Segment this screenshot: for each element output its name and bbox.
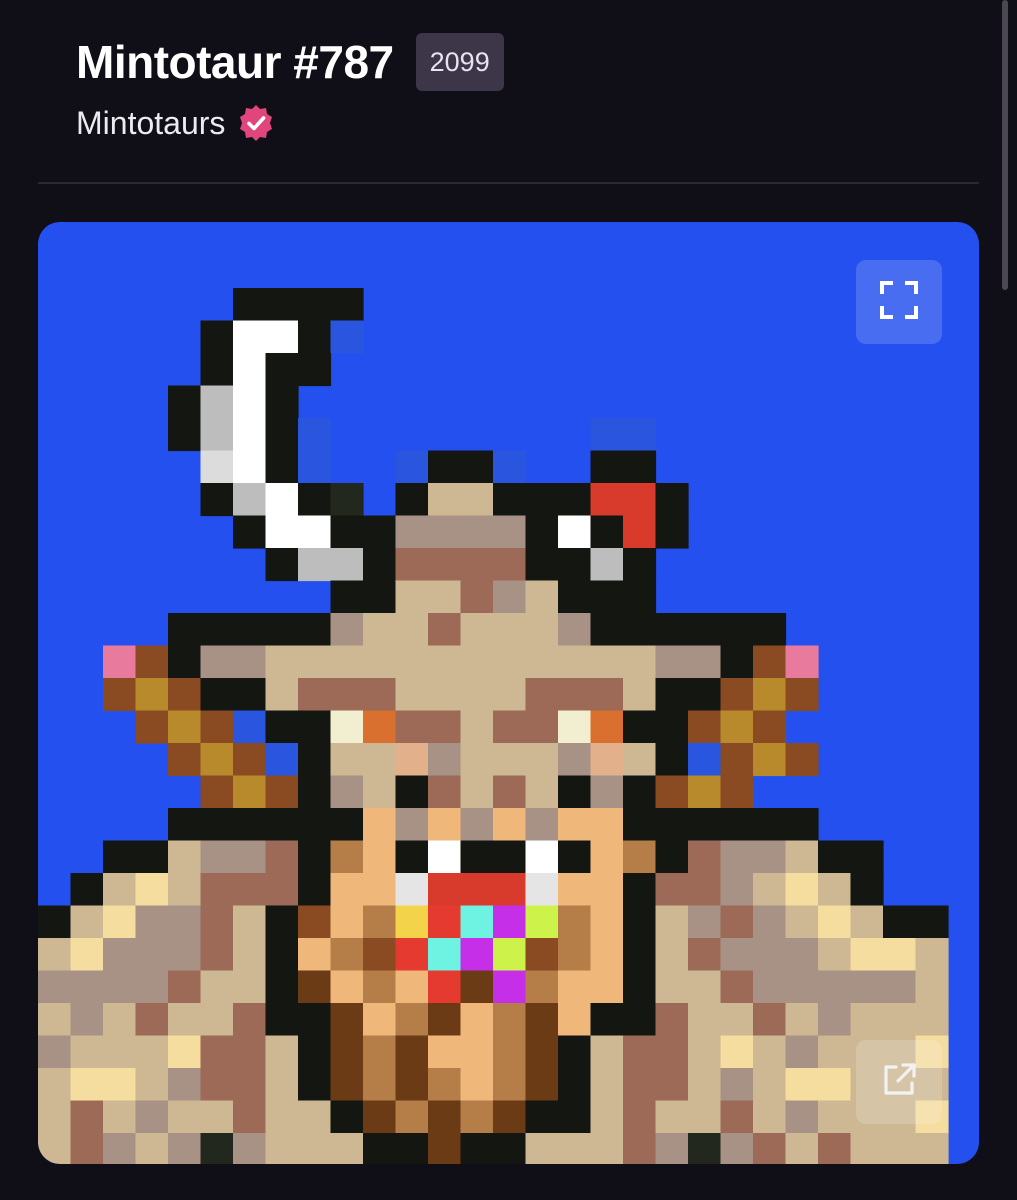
verified-badge-icon (237, 104, 275, 142)
fullscreen-button[interactable] (856, 260, 942, 344)
nft-header: Mintotaur #787 2099 Mintotaurs (76, 30, 504, 143)
open-external-button[interactable] (856, 1040, 942, 1124)
pixel-art-image (38, 288, 949, 1164)
nft-title: Mintotaur #787 (76, 36, 394, 88)
external-link-icon (879, 1060, 919, 1105)
collection-row[interactable]: Mintotaurs (76, 103, 504, 143)
nft-artwork[interactable] (38, 222, 979, 1164)
header-divider (38, 182, 979, 184)
collection-link[interactable]: Mintotaurs (76, 103, 225, 143)
title-row: Mintotaur #787 2099 (76, 30, 504, 94)
fullscreen-icon (879, 280, 919, 325)
rank-badge[interactable]: 2099 (415, 33, 504, 91)
scrollbar-thumb[interactable] (1002, 0, 1008, 290)
